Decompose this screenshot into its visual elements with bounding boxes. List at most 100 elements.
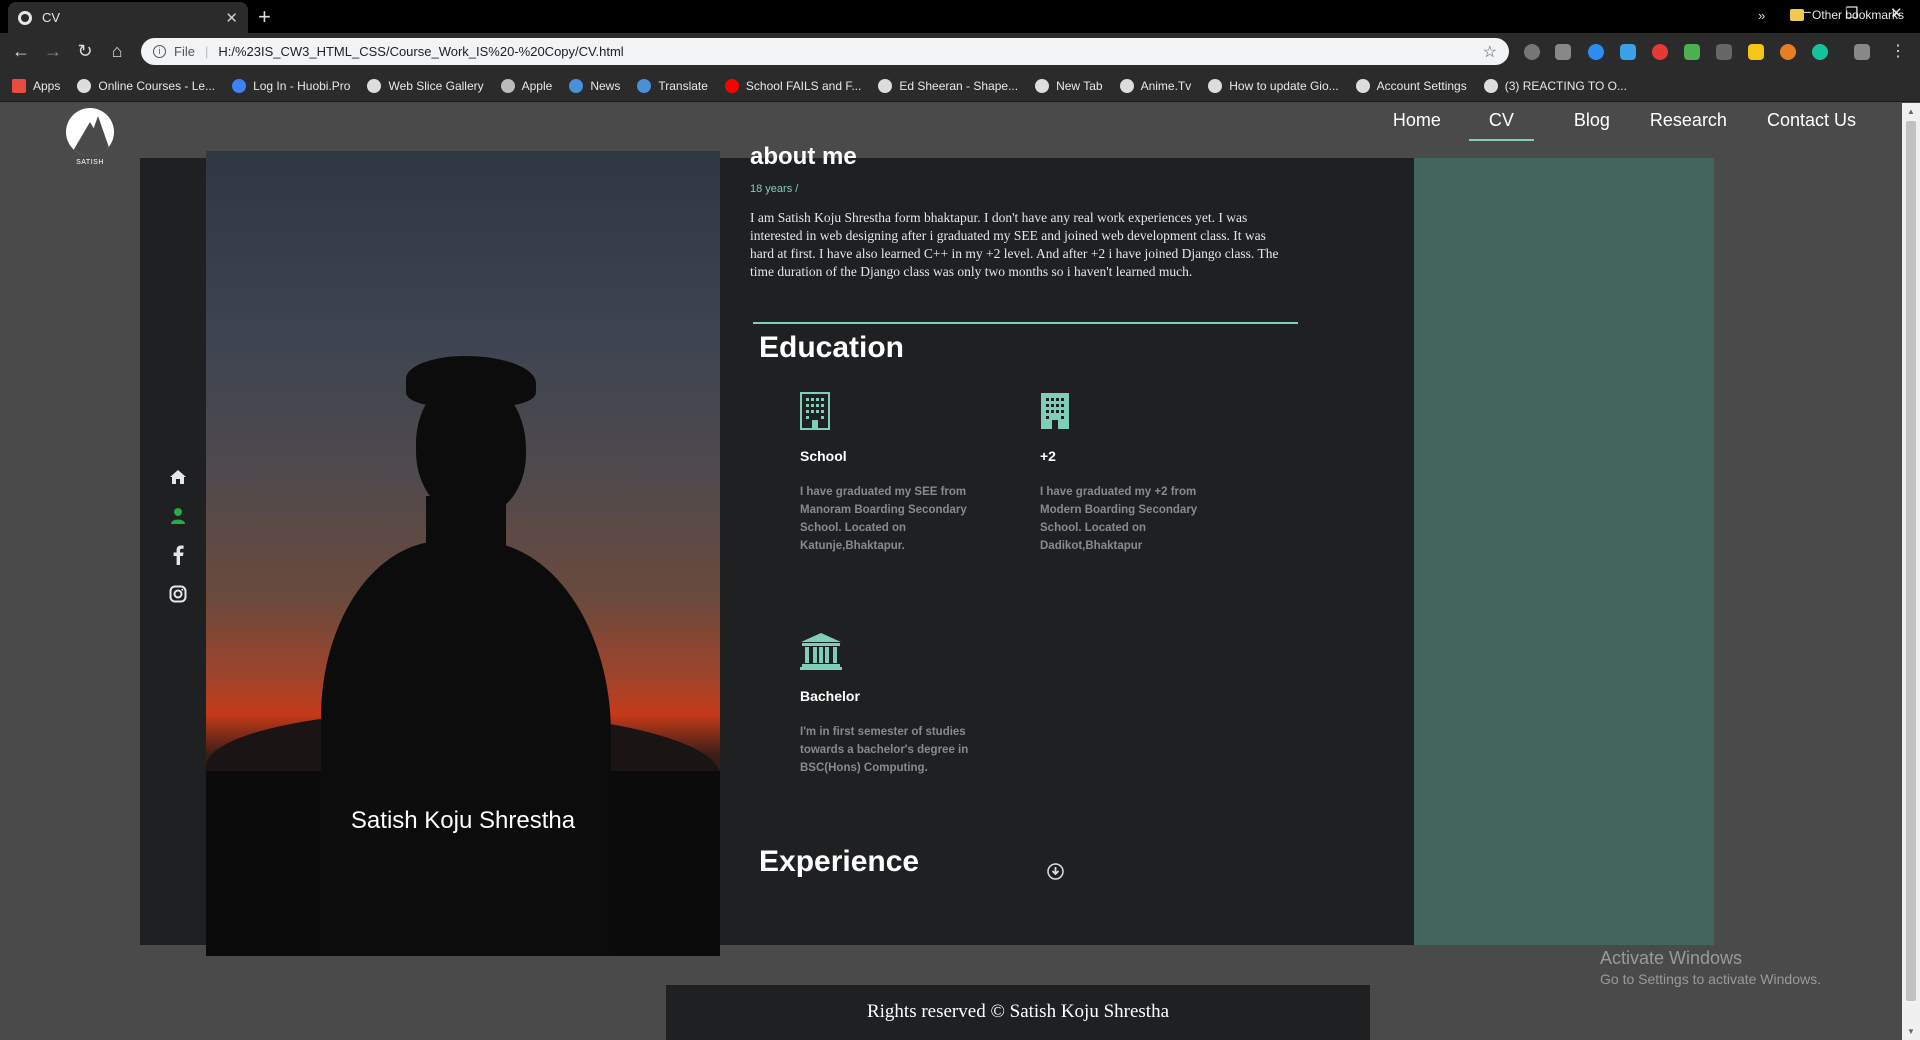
education-title: Education — [759, 331, 905, 364]
person-silhouette-body — [321, 541, 611, 956]
other-bookmarks[interactable]: Other bookmarks — [1790, 8, 1904, 22]
apps-grid-icon — [12, 78, 26, 93]
url-text[interactable]: H:/%23IS_CW3_HTML_CSS/Course_Work_IS%20-… — [218, 44, 623, 59]
home-icon[interactable] — [168, 457, 188, 496]
bookmark-item[interactable]: Account Settings — [1355, 78, 1467, 93]
building-icon — [800, 392, 1000, 434]
bookmark-item[interactable]: School FAILS and F... — [724, 78, 861, 93]
education-desc: I'm in first semester of studies towards… — [800, 726, 969, 774]
nav-contact-us[interactable]: Contact Us — [1767, 110, 1856, 141]
about-title: about me — [750, 143, 857, 170]
instagram-icon[interactable] — [168, 574, 188, 613]
extension-icon[interactable] — [1620, 44, 1636, 60]
bookmark-favicon-icon — [1355, 78, 1370, 93]
browser-toolbar: ← → ↻ ⌂ i File | H:/%23IS_CW3_HTML_CSS/C… — [0, 33, 1920, 70]
education-item-school: School I have graduated my SEE from Mano… — [800, 392, 1000, 555]
about-bio: I am Satish Koju Shrestha form bhaktapur… — [750, 210, 1279, 279]
watermark-line1: Activate Windows — [1600, 948, 1743, 968]
extension-icon[interactable] — [1748, 44, 1764, 60]
bookmark-favicon-icon — [637, 78, 652, 93]
bookmark-item[interactable]: Ed Sheeran - Shape... — [878, 78, 1019, 93]
bookmark-item[interactable]: Anime.Tv — [1119, 78, 1192, 93]
bookmark-favicon-icon — [724, 78, 739, 93]
nav-home[interactable]: Home — [1393, 110, 1441, 141]
section-divider — [753, 322, 1298, 324]
logo-text: SATISH — [76, 159, 104, 166]
globe-icon — [18, 10, 32, 25]
bookmark-item[interactable]: New Tab — [1035, 78, 1103, 93]
scrollbar-thumb[interactable] — [1906, 121, 1916, 1001]
profile-icon[interactable] — [1854, 44, 1870, 60]
top-nav: Home CV Blog Research Contact Us — [1353, 110, 1856, 141]
bookmark-label: How to update Gio... — [1229, 78, 1339, 93]
watermark-line2: Go to Settings to activate Windows. — [1600, 971, 1821, 987]
bookmark-item[interactable]: Log In - Huobi.Pro — [232, 78, 350, 93]
extension-icon[interactable] — [1684, 44, 1700, 60]
back-button[interactable]: ← — [10, 41, 32, 62]
extension-icon[interactable] — [1652, 44, 1668, 60]
home-icon[interactable]: ⌂ — [106, 41, 128, 62]
education-desc: I have graduated my SEE from Manoram Boa… — [800, 486, 967, 552]
bookmark-label: Account Settings — [1376, 78, 1467, 93]
bookmarks-bar: Apps Online Courses - Le... Log In - Huobi… — [0, 70, 1920, 102]
bookmark-label: Anime.Tv — [1140, 78, 1192, 93]
nav-research[interactable]: Research — [1650, 110, 1727, 141]
grammarly-icon[interactable] — [1812, 44, 1828, 60]
bookmark-favicon-icon — [1483, 78, 1498, 93]
side-panel — [1414, 158, 1714, 945]
site-logo[interactable]: SATISH — [66, 108, 114, 168]
bookmark-favicon-icon — [232, 78, 247, 93]
extension-gear-icon[interactable] — [1524, 44, 1540, 60]
bookmark-label: News — [590, 78, 621, 93]
bookmark-item[interactable]: Apple — [500, 78, 552, 93]
bookmark-label: Web Slice Gallery — [388, 78, 484, 93]
info-icon[interactable]: i — [153, 45, 166, 58]
extension-icon[interactable] — [1780, 44, 1796, 60]
menu-icon[interactable]: ⋮ — [1887, 41, 1909, 61]
experience-title: Experience — [759, 845, 920, 878]
footer: Rights reserved © Satish Koju Shrestha — [666, 985, 1370, 1040]
bookmark-favicon-icon — [878, 78, 893, 93]
bookmark-favicon-icon — [367, 78, 382, 93]
url-scheme: File — [174, 44, 195, 59]
education-label: Bachelor — [800, 688, 860, 704]
other-bookmarks-label: Other bookmarks — [1812, 8, 1905, 22]
forward-button[interactable]: → — [42, 41, 64, 62]
scroll-down-arrow[interactable]: ▼ — [1907, 1027, 1915, 1036]
bookmark-item[interactable]: Translate — [637, 78, 708, 93]
page-scrollbar[interactable]: ▲ ▼ — [1902, 103, 1920, 1040]
age-label: 18 years / — [750, 183, 799, 195]
browser-tab[interactable]: CV ✕ — [8, 2, 248, 33]
bookmark-star-icon[interactable]: ☆ — [1483, 42, 1497, 62]
facebook-icon[interactable] — [168, 535, 188, 574]
nav-cv[interactable]: CV — [1468, 110, 1534, 141]
education-item-plus-two: +2 I have graduated my +2 from Modern Bo… — [1040, 392, 1240, 555]
logo-mark — [66, 108, 114, 156]
bookmark-label: (3) REACTING TO O... — [1504, 78, 1627, 93]
bookmark-item[interactable]: Web Slice Gallery — [367, 78, 484, 93]
bookmark-label: Ed Sheeran - Shape... — [899, 78, 1019, 93]
bookmark-label: New Tab — [1056, 78, 1103, 93]
extension-icon[interactable] — [1716, 44, 1732, 60]
folder-icon — [1790, 9, 1804, 21]
university-icon — [800, 632, 1000, 674]
bookmark-item[interactable]: How to update Gio... — [1208, 78, 1339, 93]
extension-icon[interactable] — [1588, 44, 1604, 60]
bookmark-item[interactable]: Online Courses - Le... — [77, 78, 215, 93]
bookmark-item[interactable]: (3) REACTING TO O... — [1483, 78, 1627, 93]
building-icon — [1040, 392, 1240, 434]
person-silhouette-hair — [406, 356, 536, 406]
address-bar[interactable]: i File | H:/%23IS_CW3_HTML_CSS/Course_Wo… — [141, 38, 1509, 65]
new-tab-button[interactable]: + — [258, 4, 271, 30]
extension-icon[interactable] — [1555, 44, 1571, 60]
bookmark-item[interactable]: Apps — [12, 78, 61, 93]
close-icon[interactable]: ✕ — [225, 9, 238, 27]
bookmarks-more-button[interactable]: » — [1758, 8, 1765, 23]
reload-button[interactable]: ↻ — [74, 41, 96, 62]
arrow-down-circle-icon[interactable] — [1047, 863, 1064, 880]
user-icon[interactable] — [168, 496, 188, 535]
bookmark-item[interactable]: News — [569, 78, 621, 93]
bookmark-label: Apps — [33, 78, 61, 93]
scroll-up-arrow[interactable]: ▲ — [1907, 107, 1915, 116]
nav-blog[interactable]: Blog — [1574, 110, 1610, 141]
